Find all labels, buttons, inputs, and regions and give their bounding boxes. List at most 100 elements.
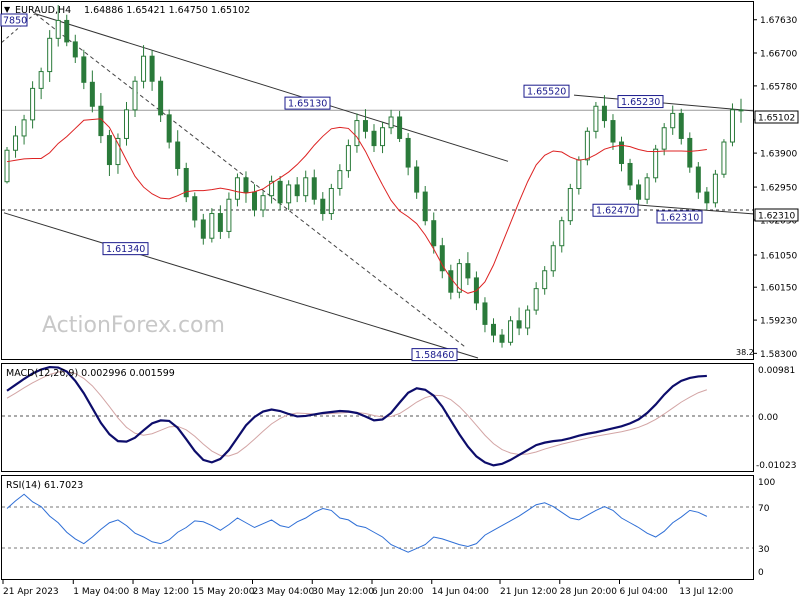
price-label-text: 1.65230: [621, 97, 660, 108]
candle-body: [4, 149, 10, 183]
top-left-price-label: 7850: [0, 13, 28, 27]
time-tick-label: 6 Jun 20:00: [372, 587, 424, 597]
candle-body: [721, 141, 727, 175]
candle-body: [123, 109, 129, 139]
candle-body: [525, 309, 531, 329]
price-tick-label: 1.66700: [760, 49, 797, 59]
candle-body: [695, 166, 701, 193]
candle-body: [89, 81, 95, 107]
price-tick-label: 1.61050: [760, 252, 797, 262]
candle-body: [388, 116, 394, 129]
candle-body: [277, 180, 283, 204]
candle-body: [260, 195, 266, 211]
candle-body: [712, 173, 718, 204]
time-tick-label: 21 Apr 2023: [3, 587, 59, 597]
watermark-text: ActionForex.com: [42, 313, 225, 338]
price-tick-label: 1.63900: [760, 150, 797, 160]
chart-header: ▼ EURAUD,H4 1.64886 1.65421 1.64750 1.65…: [4, 5, 250, 16]
candle-body: [226, 198, 232, 232]
candle-body: [414, 166, 420, 193]
support-price-tag: 1.62310: [754, 208, 799, 222]
triangle-down-icon[interactable]: ▼: [4, 5, 11, 14]
candle-body: [576, 159, 582, 190]
time-tick-label: 15 May 20:00: [193, 587, 255, 597]
time-tick-label: 30 May 12:00: [312, 587, 374, 597]
time-tick-label: 21 Jun 12:00: [500, 587, 557, 597]
candle-body: [166, 114, 172, 143]
candle-body: [482, 302, 488, 325]
candle-body: [243, 177, 249, 193]
candle-body: [47, 37, 53, 73]
candle-body: [72, 41, 78, 58]
candle-body: [499, 334, 505, 343]
candle-body: [337, 170, 343, 190]
candle-body: [217, 213, 223, 232]
candle-body: [601, 105, 607, 122]
candle-body: [21, 119, 27, 137]
time-tick-label: 6 Jul 04:00: [620, 587, 669, 597]
candle-body: [209, 213, 215, 239]
candle-body: [200, 219, 206, 239]
candle-body: [584, 130, 590, 161]
candle-body: [311, 177, 317, 200]
time-tick-label: 28 Jun 20:00: [560, 587, 617, 597]
candle-body: [644, 177, 650, 200]
time-tick-label: 23 May 04:00: [253, 587, 315, 597]
time-tick-label: 14 Jun 04:00: [432, 587, 489, 597]
chart-canvas: ActionForex.com 1.67630 1.66700 1.65780 1.6…: [0, 0, 800, 600]
time-tick-label: 1 May 04:00: [73, 587, 129, 597]
rsi-tick-0: 0: [758, 568, 764, 578]
candle-body: [192, 196, 198, 221]
candle-body: [354, 120, 360, 147]
macd-tick-bottom: -0.01023: [756, 461, 796, 471]
candle-body: [158, 80, 164, 116]
candle-body: [132, 80, 138, 111]
candle-body: [115, 137, 121, 166]
price-label-text: 1.61340: [106, 244, 145, 255]
candle-body: [704, 191, 710, 204]
candle-body: [627, 162, 633, 186]
candle-body: [567, 188, 573, 222]
price-label-text: 1.62310: [660, 212, 699, 223]
candle-body: [448, 270, 454, 293]
price-tick-label: 1.67630: [760, 16, 797, 26]
candle-body: [252, 191, 258, 211]
rsi-tick-70: 70: [758, 504, 770, 514]
candle-body: [405, 137, 411, 168]
candle-body: [636, 184, 642, 200]
candle-body: [670, 112, 676, 129]
price-label-text: 1.62470: [596, 206, 635, 217]
candle-body: [508, 320, 514, 343]
current-price-tag-text: 1.65102: [758, 114, 795, 124]
time-tick-label: 13 Jul 12:00: [679, 587, 733, 597]
candle-body: [345, 145, 351, 172]
candle-body: [729, 109, 735, 143]
candle-body: [286, 184, 292, 204]
candle-body: [328, 188, 334, 215]
candle-body: [106, 135, 112, 166]
candle-body: [422, 191, 428, 222]
top-left-label-text: 7850: [3, 16, 27, 27]
candle-body: [55, 19, 61, 39]
candle-body: [465, 263, 471, 279]
current-price-tag: 1.65102: [754, 110, 799, 124]
candle-body: [516, 320, 522, 329]
candle-body: [362, 120, 368, 132]
candle-body: [593, 105, 599, 132]
candle-body: [81, 56, 87, 83]
candle-body: [38, 71, 44, 89]
candle-body: [559, 220, 565, 247]
candle-body: [303, 177, 309, 197]
candle-body: [149, 55, 155, 82]
rsi-label: RSI(14) 61.7023: [6, 480, 83, 491]
candle-body: [738, 109, 744, 112]
price-tick-label: 1.65780: [760, 82, 797, 92]
candle-body: [533, 288, 539, 311]
rsi-tick-100: 100: [758, 478, 775, 488]
candle-body: [141, 55, 147, 82]
candle-body: [380, 127, 386, 147]
candle-body: [397, 116, 403, 139]
macd-label: MACD(12,26,9) 0.002996 0.001599: [6, 368, 175, 379]
candle-body: [64, 19, 70, 43]
candle-body: [678, 112, 684, 139]
